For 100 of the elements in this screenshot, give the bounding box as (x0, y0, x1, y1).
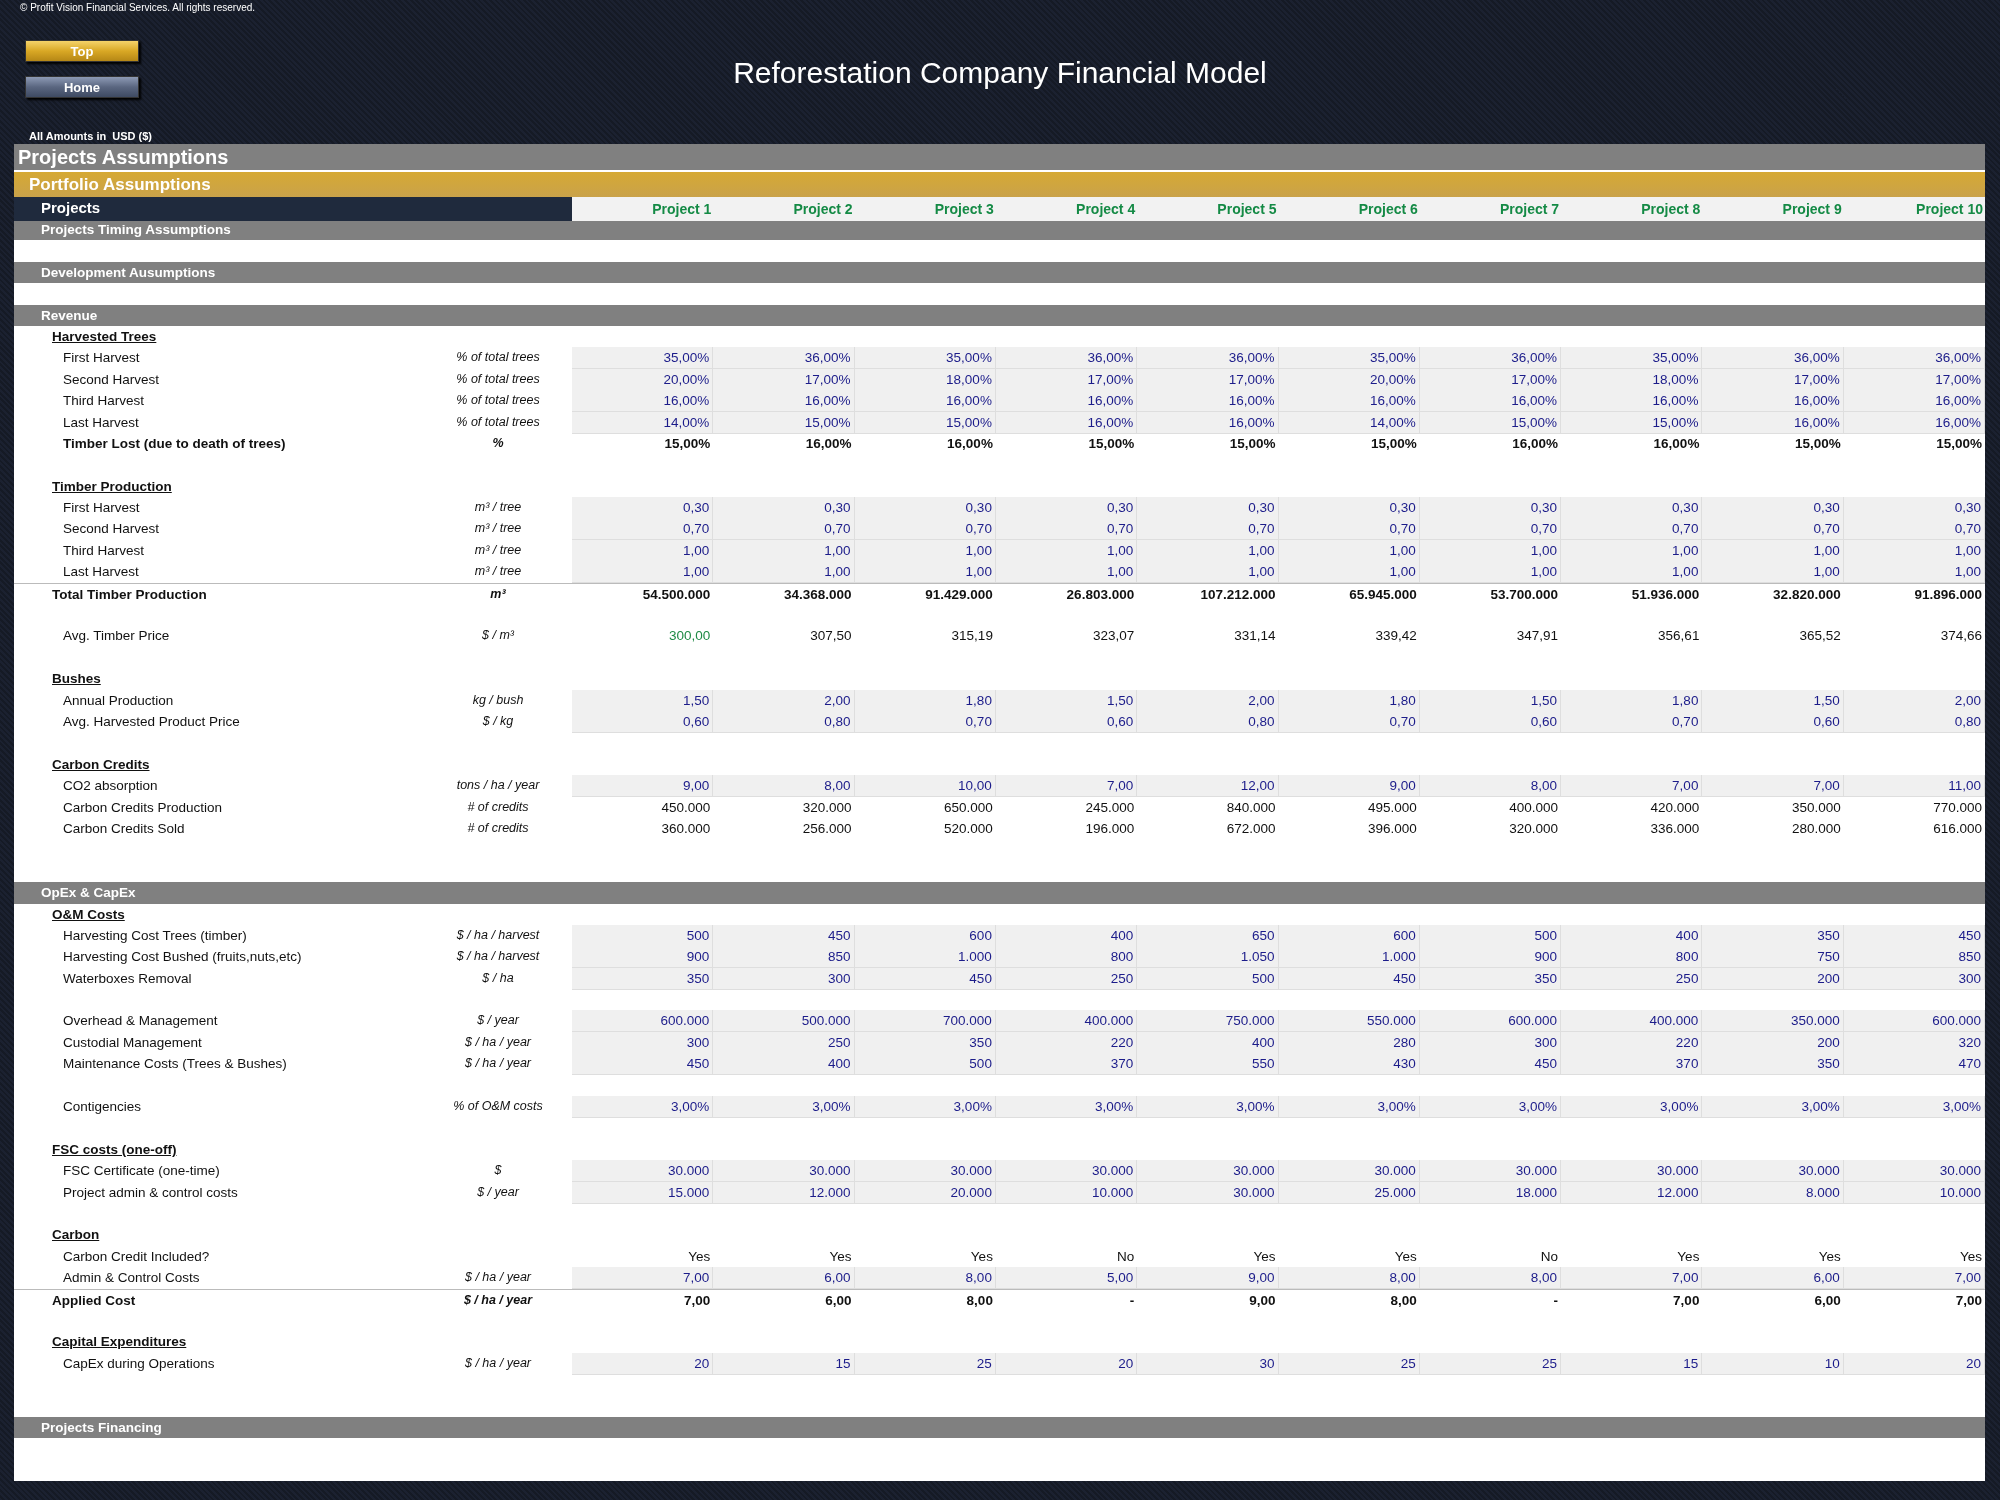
input-cell: 500.000 (713, 1010, 855, 1033)
input-cell: 25 (1419, 1352, 1562, 1375)
table-cell-text: 54.500.000 (641, 585, 712, 604)
input-cell: 400 (1137, 1031, 1279, 1054)
input-cell: 350 (854, 1031, 996, 1054)
input-cell: 36,00% (1843, 347, 1985, 370)
input-cell: 20 (995, 1352, 1138, 1375)
column-header: Project 7 (1498, 200, 1561, 219)
input-cell: 0,30 (1561, 497, 1703, 520)
input-cell: 1,80 (854, 689, 996, 712)
input-cell: 0,70 (1137, 518, 1279, 541)
input-cell: 16,00% (713, 390, 855, 413)
input-cell: 500 (572, 924, 714, 947)
input-cell: 0,60 (572, 711, 714, 733)
input-cell: 30.000 (1137, 1181, 1279, 1204)
input-cell: 20 (1843, 1352, 1985, 1375)
input-cell: 5,00 (995, 1267, 1138, 1290)
column-header: Project 9 (1781, 200, 1843, 219)
input-cell: 300 (1419, 1031, 1562, 1054)
unit-label: kg / bush (472, 692, 524, 707)
input-cell: 0,30 (1278, 497, 1420, 520)
column-header: Project 4 (1075, 200, 1137, 219)
input-cell: 450 (1278, 967, 1420, 990)
input-cell: 1,50 (572, 689, 714, 712)
input-cell: 36,00% (713, 347, 855, 370)
unit-label: $ / ha / year (463, 1292, 533, 1307)
input-cell: 30.000 (1702, 1160, 1844, 1183)
table-cell-text: 7,00 (1672, 1291, 1701, 1310)
unit-label: $ / ha / year (465, 1034, 531, 1049)
input-cell: 220 (995, 1031, 1138, 1054)
input-cell: 200 (1702, 1031, 1844, 1054)
input-cell: 17,00% (713, 368, 855, 391)
input-cell: 0,70 (1278, 518, 1420, 541)
table-cell-text: Yes (1817, 1247, 1842, 1266)
table-cell-text: 7,00 (683, 1291, 712, 1310)
input-cell: 10 (1702, 1352, 1844, 1375)
input-cell: 0,70 (995, 518, 1138, 541)
group-heading: FSC costs (one-off) (52, 1141, 177, 1157)
input-cell: 400 (1561, 924, 1703, 947)
input-cell: 3,00% (1702, 1096, 1844, 1118)
input-cell: 11,00 (1843, 775, 1985, 798)
row-label: Last Harvest (63, 564, 139, 580)
input-cell: 350 (572, 967, 714, 990)
input-cell: 700.000 (854, 1010, 996, 1033)
input-cell: 1,00 (1561, 539, 1703, 562)
unit-label: % (492, 435, 504, 450)
input-cell: 1,00 (854, 561, 996, 584)
row-label: Harvesting Cost Bushed (fruits,nuts,etc) (63, 949, 302, 965)
column-header: Project 10 (1915, 200, 1984, 219)
input-cell: 35,00% (1278, 347, 1420, 370)
input-cell: 16,00% (995, 390, 1138, 413)
input-cell: 7,00 (572, 1267, 714, 1290)
row-label: Maintenance Costs (Trees & Bushes) (63, 1056, 287, 1072)
input-cell: 25 (1278, 1352, 1420, 1375)
input-cell: 450 (713, 924, 855, 947)
row-label: Third Harvest (63, 542, 145, 558)
section-header: Projects Financing (14, 1416, 1985, 1439)
input-cell: 35,00% (572, 347, 714, 370)
input-cell: 0,70 (1278, 711, 1420, 733)
input-cell: 17,00% (1843, 368, 1985, 391)
table-cell-text: 320.000 (801, 798, 853, 817)
input-cell: 1,50 (1419, 689, 1562, 712)
unit-label: $ / ha / year (465, 1270, 531, 1285)
input-cell: 16,00% (1561, 390, 1703, 413)
table-cell-text: 347,91 (1515, 627, 1560, 646)
input-cell: 2,00 (713, 689, 855, 712)
table-cell-text: 15,00% (1370, 434, 1418, 453)
input-cell: 15,00% (1561, 411, 1703, 434)
unit-label: m³ / tree (474, 564, 522, 579)
table-cell-text: 840.000 (1225, 798, 1277, 817)
nav-button[interactable]: Home (25, 76, 139, 98)
input-cell: 200 (1702, 967, 1844, 990)
input-cell: 1,00 (1843, 561, 1985, 584)
input-cell: 0,70 (1419, 518, 1562, 541)
unit-label: m³ / tree (474, 521, 522, 536)
row-label: Harvesting Cost Trees (timber) (63, 927, 247, 943)
input-cell: 15 (713, 1352, 855, 1375)
input-cell: 7,00 (1561, 775, 1703, 798)
input-cell: 500 (854, 1053, 996, 1076)
column-header: Projects (14, 197, 572, 221)
input-cell: 1,00 (854, 539, 996, 562)
table-cell-text: 6,00 (824, 1291, 853, 1310)
table-cell-text: 339,42 (1374, 627, 1418, 646)
input-cell: 16,00% (1843, 390, 1985, 413)
input-cell: 600.000 (1843, 1010, 1985, 1033)
unit-label: $ / kg (482, 714, 514, 728)
input-cell: 15,00% (854, 411, 996, 434)
input-cell: 7,00 (1561, 1267, 1703, 1290)
input-cell: 30.000 (1419, 1160, 1562, 1183)
input-cell: 20 (572, 1352, 714, 1375)
input-cell: 9,00 (1278, 775, 1420, 798)
table-cell-text: 336.000 (1649, 819, 1701, 838)
row-label: Applied Cost (52, 1292, 136, 1308)
input-cell: 17,00% (1137, 368, 1279, 391)
group-heading: Harvested Trees (52, 328, 157, 344)
table-cell-text: 7,00 (1954, 1291, 1983, 1310)
input-cell: 0,30 (1843, 497, 1985, 520)
input-cell: 8,00 (713, 775, 855, 798)
input-cell: 350 (1702, 924, 1844, 947)
unit-label: tons / ha / year (456, 778, 540, 793)
